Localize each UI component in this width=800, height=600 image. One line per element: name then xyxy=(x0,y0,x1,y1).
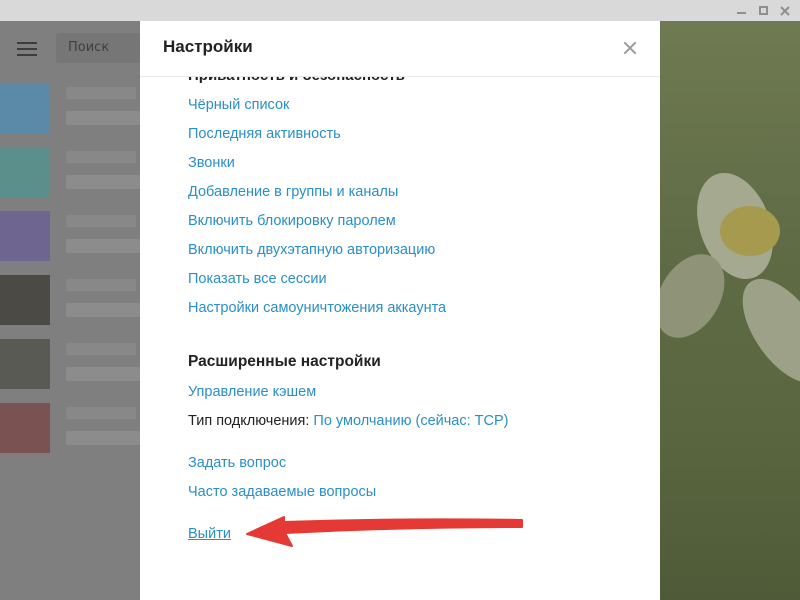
calls-link[interactable]: Звонки xyxy=(188,155,235,171)
hamburger-menu-icon[interactable] xyxy=(17,42,37,56)
blurred-text xyxy=(66,175,140,189)
passcode-lock-link[interactable]: Включить блокировку паролем xyxy=(188,213,396,229)
blurred-text xyxy=(66,343,136,355)
blurred-text xyxy=(66,151,136,163)
minimize-icon xyxy=(736,11,746,14)
blurred-text xyxy=(66,303,140,317)
two-step-verification-link[interactable]: Включить двухэтапную авторизацию xyxy=(188,242,435,258)
chat-list-item[interactable] xyxy=(0,275,140,337)
blurred-text xyxy=(66,111,140,125)
last-seen-link[interactable]: Последняя активность xyxy=(188,126,341,142)
chat-list-item[interactable] xyxy=(0,211,140,273)
search-input[interactable]: Поиск xyxy=(56,33,140,63)
blurred-text xyxy=(66,279,136,291)
chat-list-sidebar: Поиск xyxy=(0,21,140,600)
advanced-section-title: Расширенные настройки xyxy=(188,353,381,370)
avatar xyxy=(0,147,50,197)
avatar xyxy=(0,83,50,133)
chat-list-item[interactable] xyxy=(0,339,140,401)
settings-dialog: Настройки Приватность и безопасность Чёр… xyxy=(140,21,660,600)
window-close-button[interactable] xyxy=(774,0,796,21)
avatar xyxy=(0,403,50,453)
avatar xyxy=(0,211,50,261)
chat-wallpaper xyxy=(660,21,800,600)
logout-link[interactable]: Выйти xyxy=(188,526,231,542)
close-icon[interactable] xyxy=(618,36,642,60)
blurred-text xyxy=(66,367,140,381)
connection-type-label: Тип подключения: xyxy=(188,413,310,429)
chat-list-item[interactable] xyxy=(0,147,140,209)
ask-question-link[interactable]: Задать вопрос xyxy=(188,455,286,471)
blurred-text xyxy=(66,87,136,99)
blurred-text xyxy=(66,239,140,253)
blocked-users-link[interactable]: Чёрный список xyxy=(188,97,289,113)
close-icon xyxy=(780,5,790,16)
faq-link[interactable]: Часто задаваемые вопросы xyxy=(188,484,376,500)
blurred-text xyxy=(66,431,140,445)
settings-title: Настройки xyxy=(163,37,253,56)
avatar xyxy=(0,275,50,325)
blurred-text xyxy=(66,407,136,419)
window-titlebar xyxy=(0,0,800,21)
avatar xyxy=(0,339,50,389)
groups-channels-link[interactable]: Добавление в группы и каналы xyxy=(188,184,398,200)
maximize-button[interactable] xyxy=(752,0,774,21)
blurred-text xyxy=(66,215,136,227)
chat-list-item[interactable] xyxy=(0,403,140,465)
connection-type-row: Тип подключения: По умолчанию (сейчас: T… xyxy=(188,413,509,429)
self-destruct-settings-link[interactable]: Настройки самоуничтожения аккаунта xyxy=(188,300,446,316)
minimize-button[interactable] xyxy=(730,0,752,21)
show-sessions-link[interactable]: Показать все сессии xyxy=(188,271,327,287)
connection-type-value[interactable]: По умолчанию (сейчас: TCP) xyxy=(313,413,508,429)
maximize-icon xyxy=(758,6,768,15)
manage-cache-link[interactable]: Управление кэшем xyxy=(188,384,316,400)
settings-header: Настройки xyxy=(140,21,660,77)
chat-list-item[interactable] xyxy=(0,83,140,145)
